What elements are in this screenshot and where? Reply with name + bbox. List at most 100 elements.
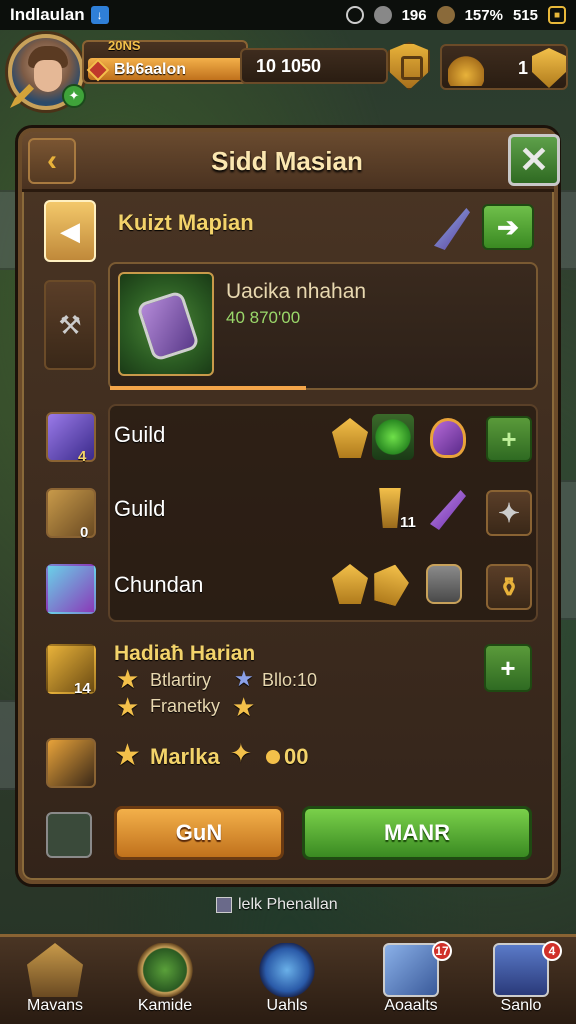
status-time: 515 <box>512 6 538 24</box>
primary-button[interactable]: MANR <box>302 806 532 860</box>
feather-icon <box>434 208 470 250</box>
reward-line-1a: Btlartiry <box>150 670 212 690</box>
nav-item-aoaalts[interactable]: 17 Aoaalts <box>356 937 466 1024</box>
scroll-icon <box>46 488 96 538</box>
emerald-icon <box>372 414 414 460</box>
nav-item-kamide[interactable]: Kamide <box>110 937 220 1024</box>
featured-item-name: Uacika nhahan <box>226 280 367 303</box>
reward-line-2: Franetky <box>150 696 221 716</box>
row-3-action-button[interactable]: ⚱ <box>486 564 532 610</box>
background-stone <box>0 190 20 270</box>
featured-item-image <box>118 272 214 376</box>
nav-label: Kamide <box>137 997 193 1014</box>
row-2-badge: 0 <box>80 524 89 541</box>
tab-quests[interactable]: ◀ <box>44 200 96 262</box>
status-bar: Indlaulan ↓ 196 157% 515 ■ <box>0 0 576 30</box>
coin-icon <box>266 750 280 764</box>
note-icon <box>216 897 232 913</box>
pickaxe-icon: ⚒ <box>58 309 82 340</box>
add-row-1-button[interactable]: + <box>486 416 532 462</box>
row-1-badge: 4 <box>78 448 87 465</box>
nav-badge: 17 <box>432 941 452 961</box>
lantern-gem-icon <box>135 290 201 362</box>
row-2-action-button[interactable]: ✦ <box>486 490 532 536</box>
section-title: Kuizt Mapian <box>118 210 254 235</box>
nav-label: Uahls <box>266 997 308 1014</box>
row-3-label: Chundan <box>114 572 204 597</box>
alarm-icon <box>345 6 364 24</box>
signal-icon <box>436 6 455 24</box>
shield-icon[interactable] <box>388 42 430 90</box>
star-icon: ★ <box>232 692 256 722</box>
back-button[interactable]: ‹ <box>28 138 76 184</box>
nav-label: Sanlo <box>500 997 542 1014</box>
potion-icon[interactable] <box>46 812 92 858</box>
nav-item-mavans[interactable]: Mavans <box>0 937 110 1024</box>
star-icon: ★ <box>116 692 140 722</box>
star-icon: ✦ <box>230 738 252 768</box>
crystal-icon <box>46 412 96 462</box>
footer-note-text: lelk Phenallan <box>238 896 338 913</box>
featured-item-value: 40 870'00 <box>226 308 301 327</box>
bell-count: 1 <box>518 58 529 78</box>
water-orb-icon <box>259 943 315 997</box>
close-button[interactable]: ✕ <box>508 134 560 186</box>
reward-main-value: 00 <box>284 744 309 769</box>
download-icon: ↓ <box>90 6 109 24</box>
background-stone <box>556 190 576 270</box>
bell-icon <box>448 50 484 86</box>
clock-icon <box>137 943 193 997</box>
secondary-button[interactable]: GuN <box>114 806 284 860</box>
keyboard-icon <box>493 943 549 997</box>
sync-icon <box>373 6 392 24</box>
nav-item-sanlo[interactable]: 4 Sanlo <box>466 937 576 1024</box>
nav-badge: 4 <box>542 941 562 961</box>
heart-gem-icon <box>430 418 466 458</box>
tab-tools[interactable]: ⚒ <box>44 280 96 370</box>
xp-tag: 20NS <box>108 38 141 53</box>
xp-text: Bb6aalon <box>114 61 187 78</box>
footer-note: lelk Phenallan <box>216 896 338 914</box>
gem-stack-icon <box>46 564 96 614</box>
bell-counter[interactable]: 1 <box>440 44 568 90</box>
window-title: Sidd Masian <box>211 146 363 176</box>
background-stone <box>556 480 576 620</box>
crest-icon <box>532 48 566 88</box>
star-icon: ★ <box>234 666 254 691</box>
row-2-label: Guild <box>114 496 166 521</box>
add-reward-button[interactable]: + <box>484 644 532 692</box>
window-header: ‹ Sidd Masian ✕ <box>22 132 560 192</box>
guild-list: Guild + Guild 11 ✦ Chundan ⚱ <box>108 404 538 622</box>
featured-progress-bar <box>110 386 306 390</box>
house-icon <box>27 943 83 997</box>
reward-title: Hadiaħ Harian <box>114 642 256 665</box>
ore-icon <box>426 564 462 604</box>
xp-panel[interactable]: 20NS Bb6aalon <box>82 38 248 84</box>
dagger-icon <box>430 490 466 530</box>
battery-percent: 157% <box>464 6 503 24</box>
reward-line-1b: Bllo:10 <box>262 670 318 690</box>
row-1-label: Guild <box>114 422 166 447</box>
crate-icon <box>383 943 439 997</box>
topaz-icon <box>332 564 368 604</box>
bottom-nav: Mavans Kamide Uahls 17 Aoaalts 4 Sanlo <box>0 934 576 1024</box>
battery-icon: ■ <box>548 6 566 24</box>
level-badge-icon: ✦ <box>62 84 86 108</box>
gold-amount: 10 1050 <box>256 55 322 76</box>
nav-item-uahls[interactable]: Uahls <box>232 937 342 1024</box>
row-2-count: 11 <box>400 514 416 531</box>
amber-icon <box>367 560 412 608</box>
nav-label: Aoaalts <box>384 997 438 1014</box>
gold-gem-icon <box>332 418 368 458</box>
star-icon: ★ <box>114 739 141 772</box>
app-name: Indlaulan <box>10 5 85 24</box>
arrow-left-icon: ◀ <box>60 215 80 246</box>
gold-counter[interactable]: 10 1050 <box>240 48 388 84</box>
reward-main-label: Marlka <box>150 744 220 769</box>
helmet-icon <box>46 738 96 788</box>
featured-item[interactable]: Uacika nhahan 40 870'00 <box>108 262 538 390</box>
background-stone <box>0 700 20 790</box>
next-button[interactable]: ➔ <box>482 204 534 250</box>
status-indicator-1: 196 <box>401 6 427 24</box>
reward-left-count: 14 <box>74 680 91 697</box>
